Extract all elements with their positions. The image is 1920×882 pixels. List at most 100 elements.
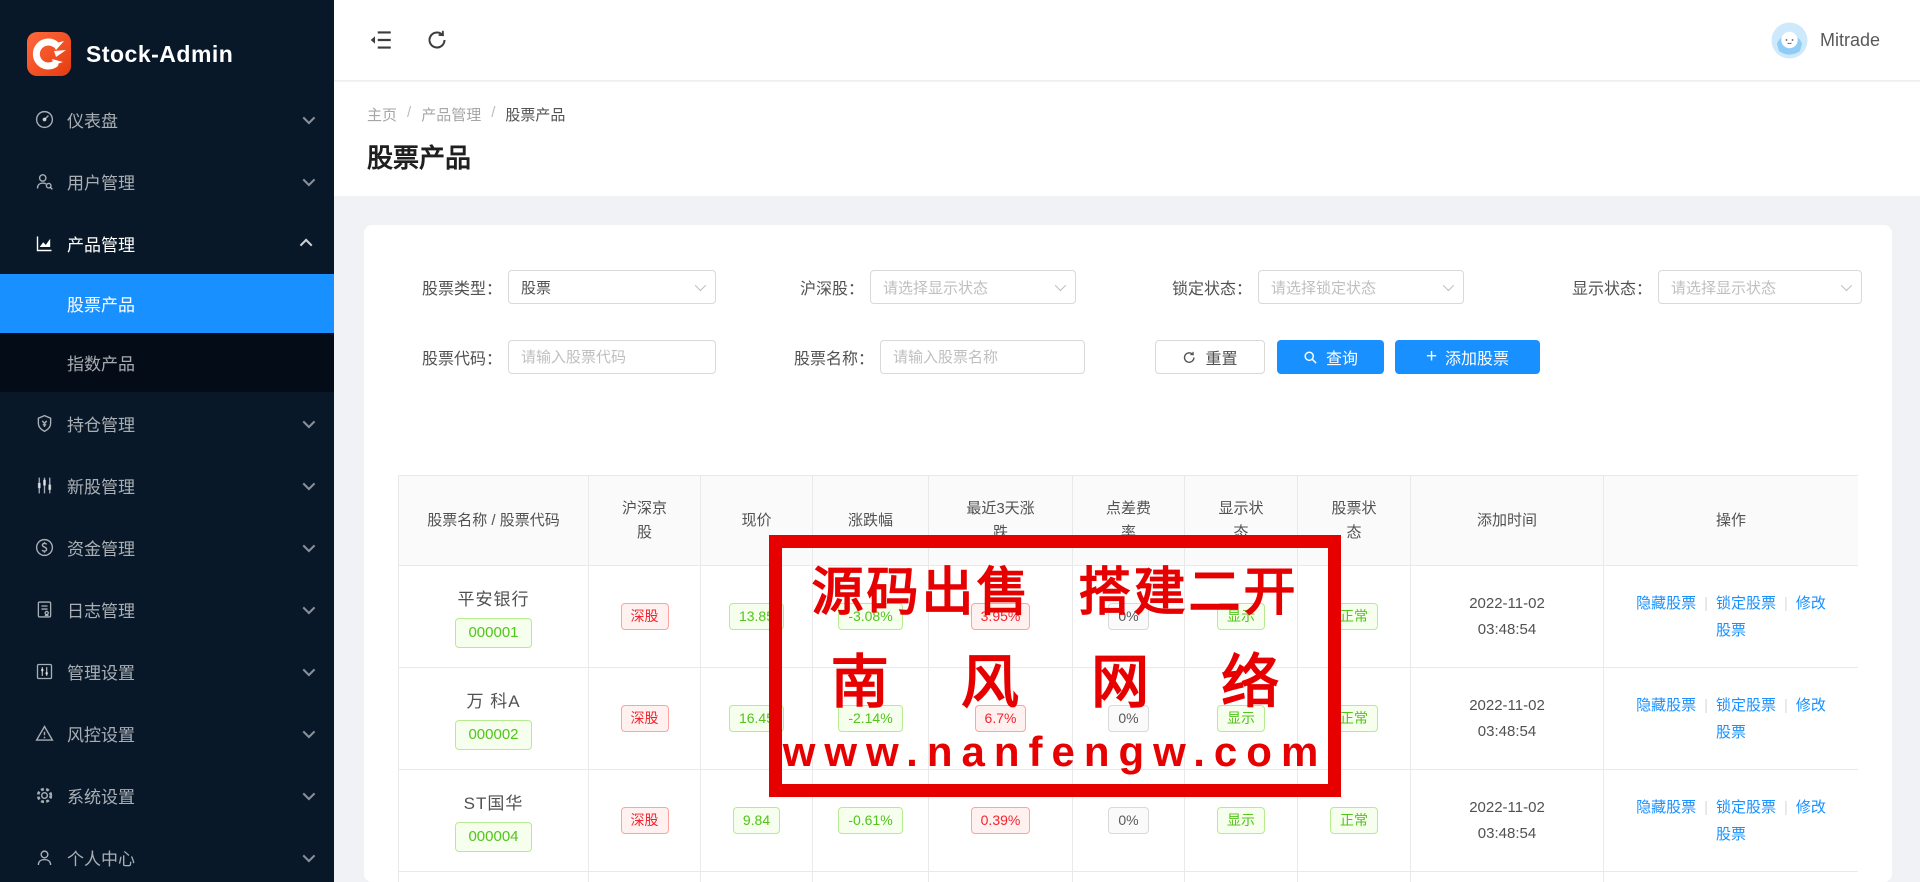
link-separator: | — [1704, 595, 1708, 612]
stock-table: 股票名称 / 股票代码 沪深京股 现价 涨跌幅 最近3天涨跌 点差费率 显示状态… — [398, 475, 1858, 882]
sidebar-item-label: 指数产品 — [67, 350, 135, 375]
stock-name: ST国华 — [399, 789, 588, 814]
sidebar-item-funds[interactable]: 资金管理 — [0, 516, 334, 578]
cell-change-3d: 0.39% — [929, 770, 1073, 872]
hide-stock-link[interactable]: 隐藏股票 — [1636, 697, 1696, 714]
sidebar-item-label: 管理设置 — [67, 659, 303, 684]
sidebar-item-logs[interactable]: 日志管理 — [0, 578, 334, 640]
reload-icon[interactable] — [422, 25, 452, 55]
link-separator: | — [1784, 799, 1788, 816]
page-root: Stock-Admin 仪表盘 用户管理 — [0, 0, 1920, 882]
cell-spread: 0% — [1073, 566, 1185, 668]
stock-type-label: 股票类型： — [390, 275, 502, 299]
lock-status-label: 锁定状态： — [1136, 275, 1252, 299]
col-added: 添加时间 — [1411, 476, 1604, 566]
sidebar-item-products[interactable]: 产品管理 — [0, 212, 334, 274]
sidebar-item-admin-settings[interactable]: 管理设置 — [0, 640, 334, 702]
sidebar-item-label: 日志管理 — [67, 597, 303, 622]
lock-status-select[interactable]: 请选择锁定状态 — [1258, 270, 1464, 304]
person-icon — [33, 846, 55, 868]
stock-code-input[interactable] — [508, 340, 716, 374]
sidebar-submenu-products: 股票产品 指数产品 — [0, 274, 334, 392]
breadcrumb-separator: / — [491, 104, 495, 125]
spread-tag: 0% — [1108, 705, 1148, 732]
chevron-down-icon — [303, 787, 316, 800]
display-tag: 显示 — [1217, 603, 1265, 630]
spread-tag: 0% — [1108, 807, 1148, 834]
table-row — [399, 872, 1859, 882]
cell-spread: 0% — [1073, 668, 1185, 770]
sidebar-item-index-products[interactable]: 指数产品 — [0, 333, 334, 392]
chevron-down-icon — [303, 601, 316, 614]
cell-name-code: 平安银行 000001 — [399, 566, 589, 668]
sidebar-item-label: 风控设置 — [67, 721, 303, 746]
user-icon — [33, 170, 55, 192]
stock-code-tag: 000001 — [455, 618, 531, 649]
menu-fold-icon[interactable] — [366, 25, 396, 55]
search-button[interactable]: 查询 — [1277, 340, 1384, 374]
dollar-circle-icon — [33, 536, 55, 558]
sidebar-item-ipo[interactable]: 新股管理 — [0, 454, 334, 516]
lock-stock-link[interactable]: 锁定股票 — [1716, 799, 1776, 816]
stock-type-select[interactable]: 股票 — [508, 270, 716, 304]
display-status-select[interactable]: 请选择显示状态 — [1658, 270, 1862, 304]
cell-name-code: 万 科A 000002 — [399, 668, 589, 770]
reset-button[interactable]: 重置 — [1155, 340, 1265, 374]
link-separator: | — [1704, 697, 1708, 714]
chevron-down-icon — [303, 663, 316, 676]
cell-change-3d: 6.7% — [929, 668, 1073, 770]
sidebar-item-positions[interactable]: 持仓管理 — [0, 392, 334, 454]
col-name-code: 股票名称 / 股票代码 — [399, 476, 589, 566]
sidebar-item-label: 仪表盘 — [67, 107, 303, 132]
display-status-label: 显示状态： — [1532, 275, 1652, 299]
hide-stock-link[interactable]: 隐藏股票 — [1636, 595, 1696, 612]
cell-market: 深股 — [589, 566, 701, 668]
market-tag: 深股 — [621, 603, 669, 630]
cell-price: 13.85 — [701, 566, 813, 668]
sidebar-item-users[interactable]: 用户管理 — [0, 150, 334, 212]
chevron-down-icon — [303, 539, 316, 552]
cell-display: 显示 — [1185, 668, 1298, 770]
sidebar-item-profile[interactable]: 个人中心 — [0, 826, 334, 882]
chevron-down-icon — [1055, 280, 1066, 291]
lock-stock-link[interactable]: 锁定股票 — [1716, 697, 1776, 714]
cell-market: 深股 — [589, 770, 701, 872]
plus-icon: + — [1426, 347, 1437, 366]
col-market: 沪深京股 — [589, 476, 701, 566]
added-time: 2022-11-02 03:48:54 — [1447, 693, 1567, 744]
filter-row-2: 股票代码： 股票名称： 重置 查询 + 添加股票 — [390, 340, 1866, 374]
stock-code-label: 股票代码： — [390, 345, 502, 369]
sidebar-item-stock-products[interactable]: 股票产品 — [0, 274, 334, 333]
cell-name-code: ST国华 000004 — [399, 770, 589, 872]
breadcrumb-home[interactable]: 主页 — [367, 104, 397, 125]
candlestick-icon — [33, 474, 55, 496]
sliders-icon — [33, 660, 55, 682]
cell-change-3d: 3.95% — [929, 566, 1073, 668]
chart-icon — [33, 232, 55, 254]
stock-name-input[interactable] — [880, 340, 1085, 374]
sidebar-item-system-settings[interactable]: 系统设置 — [0, 764, 334, 826]
breadcrumb: 主页 / 产品管理 / 股票产品 — [367, 104, 1920, 125]
table-row: 平安银行 000001 深股 13.85 -3.08% 3.95% 0% 显示 … — [399, 566, 1859, 668]
cell-ops: 隐藏股票|锁定股票|修改股票 — [1604, 668, 1859, 770]
col-price: 现价 — [701, 476, 813, 566]
row-operations: 隐藏股票|锁定股票|修改股票 — [1634, 794, 1829, 848]
sidebar-item-dashboard[interactable]: 仪表盘 — [0, 88, 334, 150]
sidebar-item-risk-settings[interactable]: 风控设置 — [0, 702, 334, 764]
chevron-down-icon — [303, 477, 316, 490]
price-tag: 16.45 — [729, 705, 784, 732]
lock-stock-link[interactable]: 锁定股票 — [1716, 595, 1776, 612]
sidebar-item-label: 产品管理 — [67, 231, 303, 256]
price-tag: 9.84 — [733, 807, 780, 834]
sidebar-item-label: 新股管理 — [67, 473, 303, 498]
user-menu[interactable]: Mitrade — [1771, 22, 1880, 59]
app-logo[interactable]: Stock-Admin — [0, 0, 334, 88]
hide-stock-link[interactable]: 隐藏股票 — [1636, 799, 1696, 816]
price-tag: 13.85 — [729, 603, 784, 630]
add-stock-button[interactable]: + 添加股票 — [1395, 340, 1540, 374]
cell-ops: 隐藏股票|锁定股票|修改股票 — [1604, 770, 1859, 872]
col-display: 显示状态 — [1185, 476, 1298, 566]
market-select[interactable]: 请选择显示状态 — [870, 270, 1076, 304]
breadcrumb-products[interactable]: 产品管理 — [421, 104, 481, 125]
chevron-down-icon — [1443, 280, 1454, 291]
